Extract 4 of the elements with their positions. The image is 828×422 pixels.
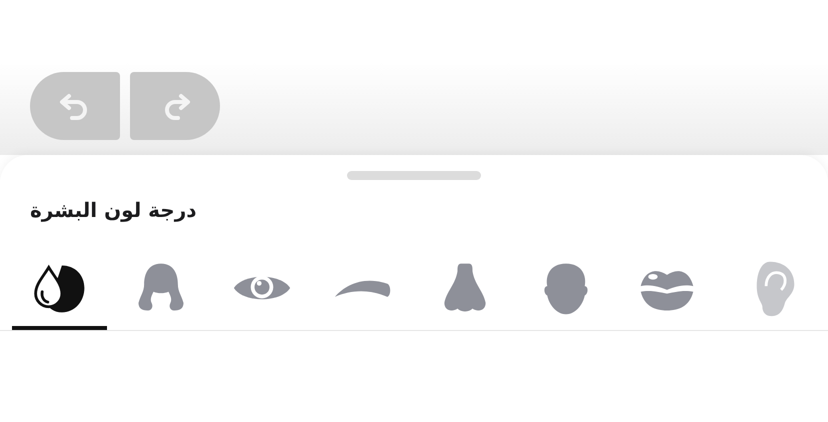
redo-button[interactable] (130, 72, 220, 140)
undo-button[interactable] (30, 72, 120, 140)
section-title: درجة لون البشرة (30, 198, 196, 222)
drag-handle[interactable] (347, 171, 481, 180)
